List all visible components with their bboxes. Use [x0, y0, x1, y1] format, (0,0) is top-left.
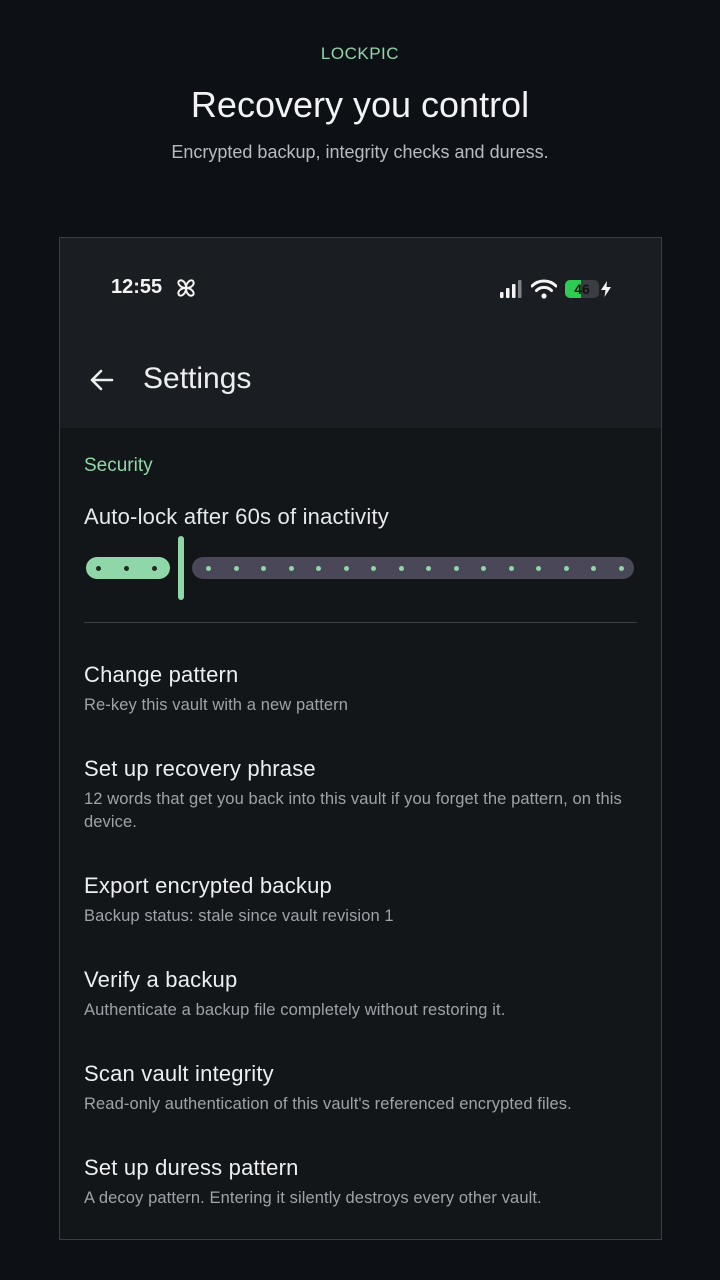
slider-tick	[426, 566, 431, 571]
slider-tick	[233, 566, 239, 571]
status-time: 12:55	[111, 276, 163, 298]
divider	[84, 622, 637, 623]
device-screen: 12:55 46 Settings Security Auto-lock aft…	[59, 237, 662, 1240]
slider-tick	[453, 566, 459, 571]
slider-tick	[124, 566, 129, 571]
promo-subline: Encrypted backup, integrity checks and d…	[171, 142, 549, 162]
battery-icon: 46	[565, 280, 599, 298]
charging-icon	[601, 281, 611, 297]
auto-lock-slider[interactable]	[84, 536, 636, 602]
item-subtitle: A decoy pattern. Entering it silently de…	[84, 1189, 542, 1207]
battery-percent: 46	[574, 281, 590, 297]
slider-tick	[536, 566, 541, 571]
promo-headline: Recovery you control	[190, 84, 530, 125]
item-subtitle: Read-only authentication of this vault's…	[84, 1095, 572, 1113]
item-title: Set up recovery phrase	[84, 756, 316, 781]
change-pattern-item[interactable]: Change pattern Re-key this vault with a …	[84, 662, 644, 717]
verify-backup-item[interactable]: Verify a backup Authenticate a backup fi…	[84, 967, 644, 1022]
scan-integrity-item[interactable]: Scan vault integrity Read-only authentic…	[84, 1061, 644, 1116]
section-label-security: Security	[84, 455, 153, 476]
signal-icon	[500, 280, 522, 298]
slider-tick	[152, 566, 157, 571]
item-subtitle: Authenticate a backup file completely wi…	[84, 1001, 506, 1019]
item-subtitle: Re-key this vault with a new pattern	[84, 696, 349, 714]
screen-title: Settings	[143, 362, 252, 395]
slider-tick	[96, 566, 101, 571]
item-title: Scan vault integrity	[84, 1061, 274, 1086]
slider-tick	[206, 566, 211, 571]
slider-tick	[316, 566, 321, 571]
pinwheel-icon	[177, 279, 195, 297]
top-app-bar: 12:55 46 Settings	[60, 238, 661, 428]
slider-tick	[261, 566, 266, 571]
duress-pattern-item[interactable]: Set up duress pattern A decoy pattern. E…	[84, 1155, 644, 1210]
slider-tick	[481, 566, 486, 571]
slider-tick	[398, 566, 404, 571]
item-title: Verify a backup	[84, 967, 238, 992]
brand-name: LOCKPIC	[320, 44, 400, 63]
back-arrow-icon[interactable]	[88, 366, 116, 394]
export-backup-item[interactable]: Export encrypted backup Backup status: s…	[84, 873, 644, 928]
item-title: Change pattern	[84, 662, 239, 687]
slider-tick	[591, 566, 596, 571]
recovery-phrase-item[interactable]: Set up recovery phrase 12 words that get…	[84, 756, 644, 834]
slider-tick	[563, 566, 569, 571]
wifi-icon	[531, 279, 557, 299]
slider-tick	[343, 566, 349, 571]
slider-tick	[288, 566, 294, 571]
item-subtitle: Backup status: stale since vault revisio…	[84, 907, 394, 925]
item-title: Export encrypted backup	[84, 873, 332, 898]
auto-lock-label: Auto-lock after 60s of inactivity	[84, 504, 389, 529]
slider-tick	[618, 566, 624, 571]
status-icons: 46	[499, 278, 611, 300]
slider-tick	[508, 566, 514, 571]
slider-tick	[371, 566, 376, 571]
item-title: Set up duress pattern	[84, 1155, 299, 1180]
slider-thumb[interactable]	[178, 536, 184, 600]
item-subtitle: 12 words that get you back into this vau…	[84, 790, 622, 831]
